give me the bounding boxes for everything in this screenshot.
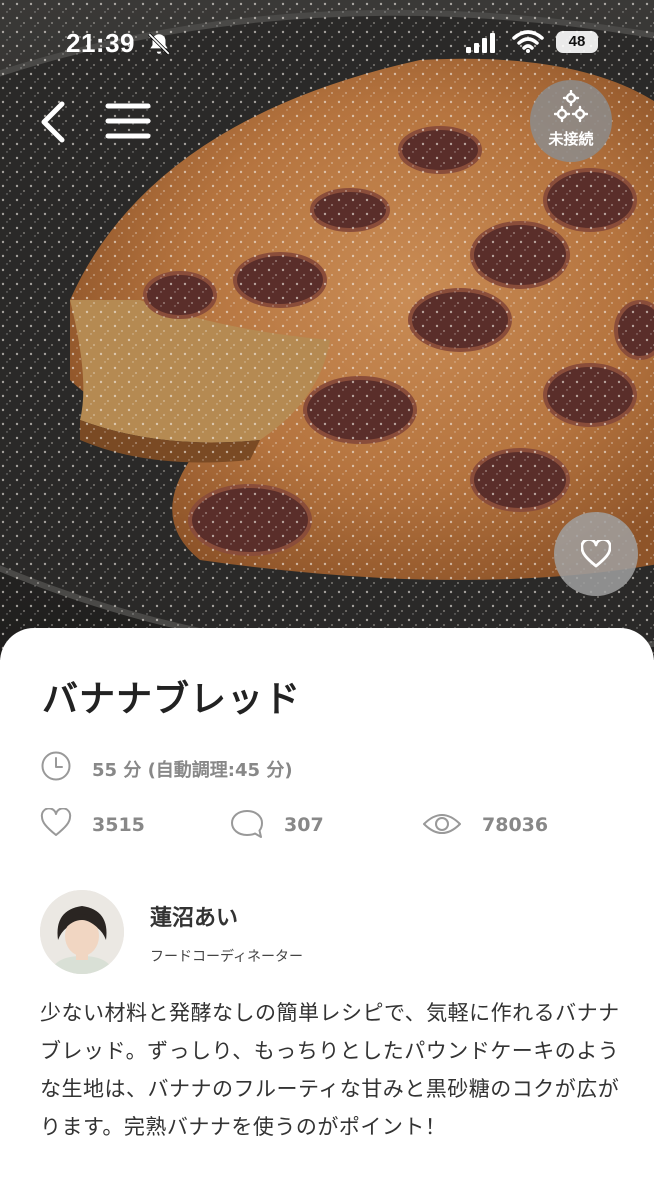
device-connect-button[interactable]: 未接続: [530, 80, 612, 162]
author-name[interactable]: 蓮沼あい: [150, 900, 238, 932]
hamburger-menu-icon: [105, 103, 151, 139]
gears-icon: [554, 90, 588, 123]
cook-time: 55 分 (自動調理:45 分): [92, 760, 293, 781]
signal-icon: [466, 33, 495, 53]
connect-status-label: 未接続: [548, 130, 594, 148]
views-count: 78036: [482, 814, 549, 836]
eye-icon: [423, 814, 461, 834]
status-bar: 21:39 48: [0, 0, 654, 90]
heart-outline-icon: [40, 808, 72, 836]
favorite-button[interactable]: [554, 512, 638, 596]
author-role: フードコーディネーター: [150, 949, 304, 965]
back-button[interactable]: [30, 96, 78, 148]
chevron-left-icon: [41, 101, 65, 143]
likes-count: 3515: [92, 814, 145, 836]
comments-count: 307: [284, 814, 324, 836]
wifi-icon: [512, 30, 544, 53]
status-time: 21:39: [66, 28, 135, 58]
comment-icon: [231, 810, 263, 838]
menu-button[interactable]: [102, 98, 154, 144]
battery-indicator: 48: [556, 31, 598, 53]
bell-muted-icon: [148, 33, 170, 55]
recipe-detail-sheet: バナナブレッド 55 分 (自動調理:45 分) 3515 307 78036: [0, 628, 654, 1200]
recipe-title: バナナブレッド: [42, 679, 302, 720]
recipe-description: 少ない材料と発酵なしの簡単レシピで、気軽に作れるバナナブレッド。ずっしり、もっち…: [40, 1001, 620, 1139]
clock-icon: [41, 751, 71, 781]
author-portrait: [40, 890, 124, 974]
author-avatar[interactable]: [40, 890, 124, 974]
heart-icon: [581, 540, 611, 568]
